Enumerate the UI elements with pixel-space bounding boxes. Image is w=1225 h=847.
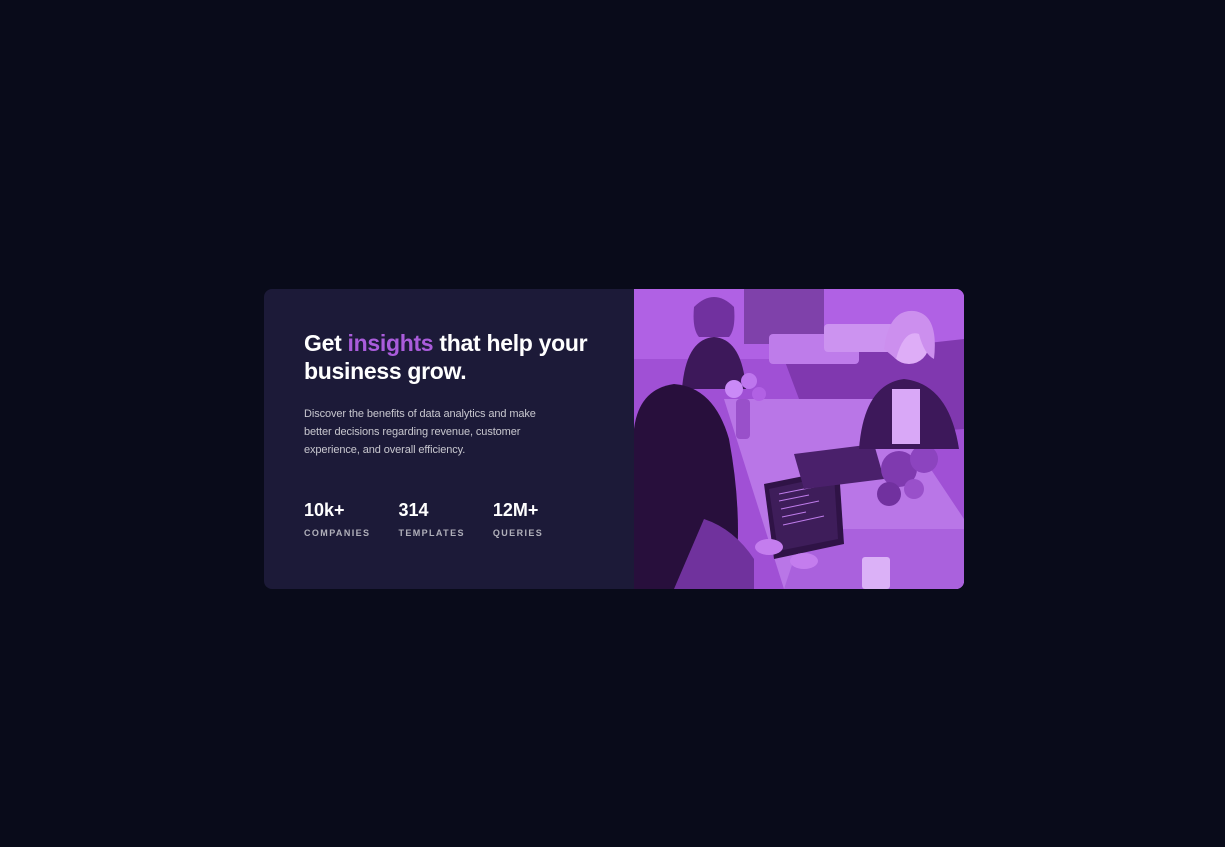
stat-label: Companies [304, 528, 371, 538]
headline-accent: insights [347, 330, 434, 356]
card-content: Get insights that help your business gro… [264, 289, 634, 589]
stat-companies: 10k+ Companies [304, 499, 370, 538]
stat-value: 10k+ [304, 500, 345, 520]
stat-label: Templates [398, 528, 465, 538]
stat-queries: 12M+ Queries [493, 499, 543, 538]
stats-preview-card: Get insights that help your business gro… [264, 289, 964, 589]
stat-templates: 314 Templates [398, 499, 464, 538]
stat-value: 12M+ [492, 500, 539, 520]
stats-row: 10k+ Companies 314 Templates 12M+ Querie… [304, 499, 571, 538]
description: Discover the benefits of data analytics … [304, 408, 536, 456]
office-photo-illustration [634, 289, 964, 589]
header-image [634, 289, 964, 589]
headline-part1: Get [304, 330, 348, 356]
headline: Get insights that help your business gro… [304, 329, 594, 385]
stat-value: 314 [398, 500, 429, 520]
stat-label: Queries [492, 528, 544, 538]
